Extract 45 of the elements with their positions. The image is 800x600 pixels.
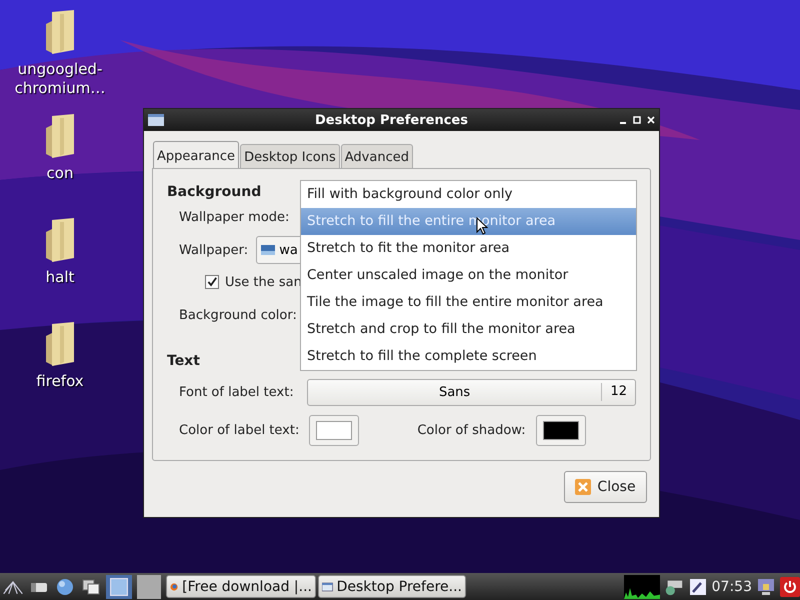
menu-item[interactable]: Stretch and crop to fill the monitor area	[301, 316, 636, 343]
section-heading: Background	[167, 183, 262, 201]
section-heading: Text	[167, 352, 200, 370]
tab[interactable]: Advanced	[340, 144, 413, 168]
task-button[interactable]: Desktop Prefere...	[318, 575, 466, 598]
font-button[interactable]: Sans 12	[306, 378, 636, 406]
globe-icon[interactable]	[54, 576, 76, 596]
workspace-icon[interactable]	[136, 574, 162, 598]
tab[interactable]: Appearance	[153, 141, 240, 169]
checkbox[interactable]	[205, 275, 219, 289]
cpu-graph	[624, 574, 660, 598]
icon-label[interactable]: halt	[8, 268, 112, 287]
font-name: Sans	[438, 384, 472, 400]
close-icon[interactable]	[647, 116, 655, 124]
maximize-icon[interactable]	[633, 116, 641, 124]
close-icon	[575, 479, 592, 495]
icon-label[interactable]: firefox	[8, 372, 112, 391]
menu-item[interactable]: Fill with background color only	[301, 181, 636, 208]
icon-label[interactable]: con	[8, 164, 112, 183]
icon-label[interactable]: ungoogled-chromium…	[8, 60, 112, 98]
clock[interactable]: 07:53	[712, 578, 752, 594]
microphone-icon[interactable]	[688, 576, 708, 596]
field-label: Wallpaper:	[179, 242, 248, 258]
field-label: Background color:	[179, 308, 297, 322]
workspace-icon[interactable]	[106, 574, 132, 598]
window-icon	[148, 114, 164, 126]
close-button[interactable]: Close	[564, 471, 647, 503]
color-button[interactable]	[536, 414, 586, 446]
field-label: Font of label text:	[179, 384, 294, 400]
image-icon	[261, 245, 276, 255]
windows-icon[interactable]	[80, 576, 102, 596]
power-icon[interactable]	[780, 576, 800, 596]
field-label: Color of shadow:	[417, 422, 526, 438]
wallpaper-name: wa	[279, 242, 298, 258]
field-label: Wallpaper mode:	[179, 210, 290, 224]
tab[interactable]: Desktop Icons	[240, 144, 340, 168]
menu-item[interactable]: Center unscaled image on the monitor	[301, 262, 636, 289]
window-title: Desktop Preferences	[314, 112, 469, 128]
field-label: Color of label text:	[179, 422, 300, 438]
menu-item[interactable]: Stretch to fill the complete screen	[301, 343, 636, 370]
color-button[interactable]	[309, 414, 360, 446]
font-size: 12	[601, 383, 635, 401]
menu-item[interactable]: Tile the image to fill the entire monitor area	[301, 289, 636, 316]
monitor-icon[interactable]	[756, 576, 776, 596]
task-button[interactable]: [Free download |...	[166, 575, 316, 598]
